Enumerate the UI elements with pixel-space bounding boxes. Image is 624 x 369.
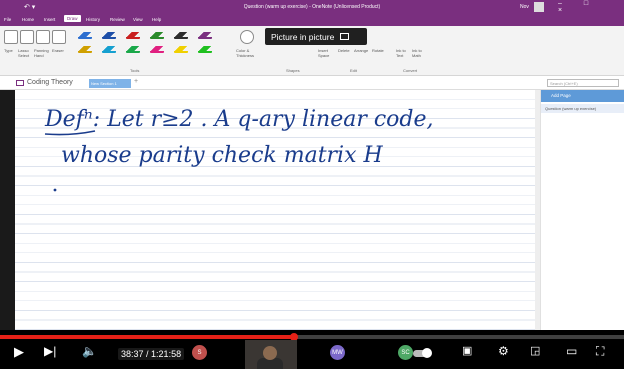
handwriting-line-2: whose parity check matrix H — [61, 143, 383, 168]
participant-avatar: S — [192, 345, 207, 360]
add-section-button[interactable]: + — [134, 78, 138, 85]
eraser-label: Eraser — [52, 48, 64, 53]
shapes-group-label: Shapes — [286, 68, 300, 73]
color-wheel-icon[interactable] — [240, 30, 254, 44]
eraser-button[interactable] — [52, 30, 66, 44]
ribbon-tabs: File Home Insert Draw History Review Vie… — [0, 14, 624, 26]
delete-label[interactable]: Delete — [338, 48, 350, 53]
ink-to-math-label[interactable]: Ink to Math — [412, 48, 426, 58]
pen-swatch[interactable] — [198, 46, 212, 53]
pip-label: Picture in picture — [271, 31, 335, 42]
pen-swatch[interactable] — [102, 46, 116, 53]
pen-swatch[interactable] — [174, 46, 188, 53]
panning-hand-button[interactable] — [36, 30, 50, 44]
type-tool-label: Type — [4, 48, 13, 53]
autoplay-toggle[interactable] — [413, 348, 432, 358]
color-thickness-label: Color & Thickness — [236, 48, 255, 58]
toggle-knob — [422, 348, 432, 358]
play-icon[interactable]: ▶ — [14, 345, 24, 358]
convert-group-label: Convert — [403, 68, 418, 73]
participant-avatar: SC — [398, 345, 413, 360]
pen-swatch[interactable] — [126, 46, 140, 53]
lasso-select-button[interactable] — [20, 30, 34, 44]
pen-swatch[interactable] — [174, 32, 188, 39]
type-tool-button[interactable] — [4, 30, 18, 44]
user-name[interactable]: Nov — [520, 4, 529, 10]
tab-draw[interactable]: Draw — [64, 15, 81, 22]
tab-history[interactable]: History — [86, 17, 100, 22]
miniplayer-icon[interactable]: ◲ — [530, 345, 540, 358]
tab-home[interactable]: Home — [22, 17, 34, 22]
pen-swatch[interactable] — [78, 32, 92, 39]
speaker-face — [263, 346, 277, 360]
notebook-name[interactable]: Coding Theory — [27, 79, 73, 86]
progress-bar[interactable] — [0, 333, 624, 341]
time-display: 38:37 / 1:21:58 — [118, 348, 185, 360]
volume-icon[interactable]: 🔈 — [82, 345, 97, 358]
picture-in-picture-tooltip: Picture in picture — [265, 28, 367, 45]
next-icon[interactable]: ▶| — [44, 345, 56, 358]
section-tab[interactable]: New Section 1 — [89, 79, 131, 88]
tools-group-label: Tools — [130, 68, 140, 73]
elapsed-time: 38:37 — [121, 349, 144, 359]
tab-view[interactable]: View — [133, 17, 143, 22]
theater-mode-icon[interactable]: ▭ — [566, 345, 577, 358]
lasso-select-label: Lasso Select — [18, 48, 30, 58]
video-frame: ↶ ▾ Question (warm up exercise) - OneNot… — [0, 0, 624, 369]
panning-hand-label: Panning Hand — [34, 48, 49, 58]
tab-file[interactable]: File — [4, 17, 11, 22]
notebook-icon[interactable] — [16, 80, 24, 86]
insert-space-label: Insert Space — [318, 48, 330, 58]
handwriting-line-1: Defⁿ: Let r≥2 . A q-ary linear code, — [44, 107, 434, 132]
pen-swatch[interactable] — [150, 32, 164, 39]
search-input[interactable]: Search (Ctrl+E) — [547, 79, 619, 87]
page-list-item[interactable]: Question (warm up exercise) — [541, 104, 624, 113]
tab-review[interactable]: Review — [110, 17, 125, 22]
arrange-label[interactable]: Arrange — [354, 48, 368, 53]
rotate-label[interactable]: Rotate — [372, 48, 384, 53]
note-page[interactable]: Defⁿ: Let r≥2 . A q-ary linear code, who… — [15, 90, 535, 330]
window-title: Question (warm up exercise) - OneNote (U… — [243, 4, 381, 10]
fullscreen-icon[interactable]: ⛶ — [596, 345, 604, 358]
pen-swatch[interactable] — [126, 32, 140, 39]
add-page-button[interactable]: Add Page — [541, 90, 624, 102]
pen-swatch[interactable] — [102, 32, 116, 39]
captions-icon[interactable]: ▣ — [462, 345, 472, 358]
ink-to-text-label[interactable]: Ink to Text — [396, 48, 410, 58]
pages-panel: Add Page Question (warm up exercise) — [540, 90, 624, 330]
window-controls[interactable]: – □ × — [558, 0, 624, 14]
tab-insert[interactable]: Insert — [44, 17, 55, 22]
progress-played — [0, 335, 294, 339]
participant-avatar: MW — [330, 345, 345, 360]
total-duration: 1:21:58 — [151, 349, 182, 359]
pen-swatch[interactable] — [198, 32, 212, 39]
avatar[interactable] — [534, 2, 544, 12]
pen-swatch[interactable] — [78, 46, 92, 53]
tab-help[interactable]: Help — [152, 17, 161, 22]
ink-dot — [53, 188, 57, 192]
section-bar: Coding Theory New Section 1 + Search (Ct… — [0, 76, 624, 90]
settings-gear-icon[interactable]: ⚙ — [498, 345, 509, 358]
pen-swatch[interactable] — [150, 46, 164, 53]
handwriting-ink: Defⁿ: Let r≥2 . A q-ary linear code, who… — [44, 107, 434, 192]
window-title-bar: ↶ ▾ Question (warm up exercise) - OneNot… — [0, 0, 624, 14]
edit-group-label: Edit — [350, 68, 357, 73]
pip-icon — [340, 33, 350, 40]
speaker-video-thumbnail — [245, 340, 297, 369]
